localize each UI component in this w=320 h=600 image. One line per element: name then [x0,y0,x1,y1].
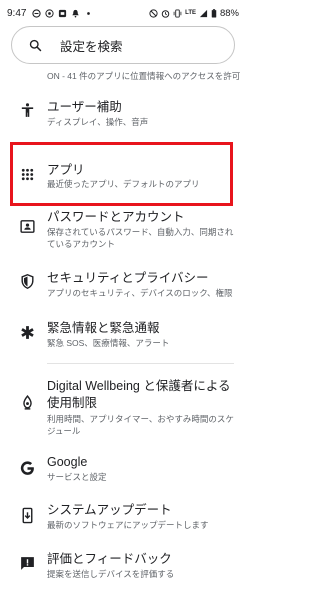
search-placeholder: 設定を検索 [60,39,123,54]
dnd-icon [32,8,42,18]
settings-item-title: セキュリティとプライバシー [47,271,209,285]
system-update-icon [19,507,36,524]
divider [47,363,234,364]
settings-item-title: パスワードとアカウント [47,210,185,224]
alarm-icon [161,9,170,18]
settings-item-security-privacy[interactable]: セキュリティとプライバシー アプリのセキュリティ、デバイスのロック、権限 [0,266,245,302]
settings-item-subtitle: 提案を送信しデバイスを評価する [47,569,175,579]
google-g-icon [19,460,36,477]
settings-item-subtitle: 緊急 SOS、医療情報、アラート [47,338,170,348]
highlight-box [10,142,233,206]
emergency-asterisk-icon [19,324,36,341]
settings-item-title: ユーザー補助 [47,100,122,114]
status-right: LTE 88% [149,8,239,19]
security-shield-icon [19,273,36,290]
settings-item-title: 緊急情報と緊急通報 [47,321,160,335]
settings-item-emergency[interactable]: 緊急情報と緊急通報 緊急 SOS、医療情報、アラート [0,317,245,353]
settings-item-subtitle: 利用時間、アプリタイマー、おやすみ時間のスケジュール [47,414,234,436]
passwords-accounts-icon [19,218,36,235]
mute-icon [149,8,158,18]
digital-wellbeing-icon [19,394,36,411]
dot-icon [84,9,93,18]
vibrate-icon [173,8,182,18]
settings-item-subtitle: サービスと設定 [47,472,107,482]
settings-item-title: システムアップデート [47,503,172,517]
search-bar[interactable]: 設定を検索 [11,26,235,64]
whatsapp-icon [45,8,55,18]
settings-item-digital-wellbeing[interactable]: Digital Wellbeing と保護者による使用制限 利用時間、アプリタイ… [0,376,245,436]
ringer-icon [71,9,80,18]
search-icon [29,39,42,51]
status-time: 9:47 [7,7,27,19]
notification-icon [58,9,67,18]
settings-item-passwords-accounts[interactable]: パスワードとアカウント 保存されているパスワード、自動入力、同期されているアカウ… [0,206,245,256]
settings-item-subtitle: 最新のソフトウェアにアップデートします [47,520,209,530]
location-subtitle[interactable]: ON - 41 件のアプリに位置情報へのアクセスを許可 [47,70,240,82]
settings-item-system-update[interactable]: システムアップデート 最新のソフトウェアにアップデートします [0,500,245,536]
battery-icon [211,8,217,18]
settings-item-feedback[interactable]: 評価とフィードバック 提案を送信しデバイスを評価する [0,549,245,585]
settings-item-title: Google [47,455,88,469]
feedback-icon [19,555,36,572]
settings-item-title: Digital Wellbeing と保護者による使用制限 [47,379,231,410]
settings-item-title: 評価とフィードバック [47,552,172,566]
status-left: 9:47 [7,8,93,19]
accessibility-icon [19,102,36,119]
signal-icon [199,9,208,18]
settings-item-google[interactable]: Google サービスと設定 [0,454,245,490]
settings-item-subtitle: 保存されているパスワード、自動入力、同期されているアカウント [47,227,234,249]
lte-label: LTE [185,10,196,16]
battery-level: 88% [219,7,239,19]
status-bar: 9:47 LTE 88% [0,0,245,26]
settings-item-subtitle: アプリのセキュリティ、デバイスのロック、権限 [47,288,233,298]
settings-item-accessibility[interactable]: ユーザー補助 ディスプレイ、操作、音声 [0,96,245,132]
settings-item-subtitle: ディスプレイ、操作、音声 [47,117,149,127]
